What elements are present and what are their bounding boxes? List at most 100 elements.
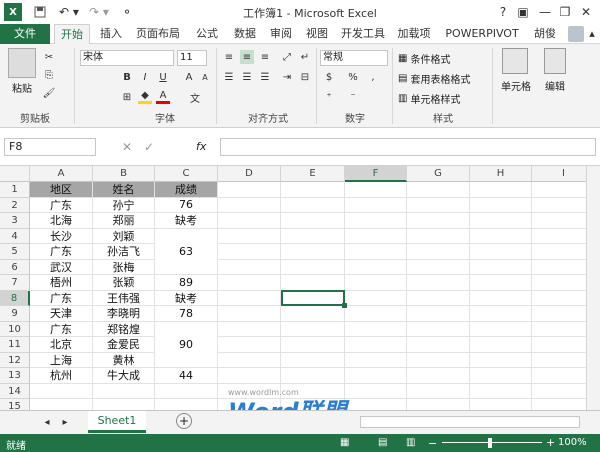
- row-header-8[interactable]: 8: [0, 290, 30, 306]
- decrease-decimal-icon[interactable]: ⁻: [346, 90, 360, 104]
- row-header-1[interactable]: 1: [0, 182, 30, 198]
- cell[interactable]: [470, 228, 532, 244]
- tab-review[interactable]: 审阅: [264, 24, 298, 44]
- cells-icon[interactable]: [502, 48, 528, 74]
- restore-icon[interactable]: ❐: [557, 3, 573, 21]
- cell-name[interactable]: 黄林: [93, 352, 155, 368]
- row-header-14[interactable]: 14: [0, 383, 30, 399]
- indent-icon[interactable]: ⇥: [280, 70, 294, 84]
- font-color-icon[interactable]: A: [156, 90, 170, 104]
- cell[interactable]: [470, 213, 532, 229]
- copy-icon[interactable]: ⎘: [42, 68, 56, 82]
- cell-name[interactable]: 张颖: [93, 275, 155, 291]
- row-header-13[interactable]: 13: [0, 368, 30, 384]
- table-format-button[interactable]: ▤ 套用表格格式: [398, 70, 470, 86]
- cell[interactable]: [281, 182, 345, 198]
- cell-region[interactable]: 天津: [30, 306, 93, 322]
- cell[interactable]: [281, 197, 345, 213]
- tab-addins[interactable]: 加载项: [392, 24, 436, 44]
- collapse-ribbon-icon[interactable]: ▴: [586, 24, 598, 44]
- enter-icon[interactable]: ✓: [144, 140, 158, 154]
- cell[interactable]: [470, 290, 532, 306]
- cell-header-score[interactable]: 成绩: [155, 182, 218, 198]
- column-header-b[interactable]: B: [93, 166, 155, 182]
- cell[interactable]: [281, 259, 345, 275]
- cell[interactable]: [470, 275, 532, 291]
- cell-style-button[interactable]: ▥ 单元格样式: [398, 90, 460, 106]
- cell[interactable]: [218, 213, 281, 229]
- underline-button[interactable]: U: [156, 70, 170, 84]
- border-icon[interactable]: ⊞: [120, 90, 134, 104]
- cell-region[interactable]: 梧州: [30, 275, 93, 291]
- tab-view[interactable]: 视图: [300, 24, 334, 44]
- save-icon[interactable]: [32, 3, 48, 21]
- select-all-corner[interactable]: [0, 166, 30, 182]
- cell[interactable]: [470, 182, 532, 198]
- tab-data[interactable]: 数据: [228, 24, 262, 44]
- cell[interactable]: [345, 197, 407, 213]
- cell-name[interactable]: 郑丽: [93, 213, 155, 229]
- tab-page-layout[interactable]: 页面布局: [130, 24, 186, 44]
- cell-region[interactable]: 长沙: [30, 228, 93, 244]
- cell-region[interactable]: 武汉: [30, 259, 93, 275]
- cell[interactable]: [345, 383, 407, 399]
- normal-view-icon[interactable]: ▦: [340, 437, 349, 448]
- edit-icon[interactable]: [544, 48, 566, 74]
- cell[interactable]: [345, 368, 407, 384]
- fill-color-icon[interactable]: ◆: [138, 90, 152, 104]
- minimize-icon[interactable]: —: [537, 3, 553, 21]
- column-header-e[interactable]: E: [281, 166, 345, 182]
- cell[interactable]: [218, 228, 281, 244]
- cell[interactable]: [470, 368, 532, 384]
- row-header-9[interactable]: 9: [0, 306, 30, 322]
- italic-button[interactable]: I: [138, 70, 152, 84]
- cell[interactable]: [93, 383, 155, 399]
- currency-icon[interactable]: $: [322, 70, 336, 84]
- cell-region[interactable]: 广东: [30, 290, 93, 306]
- cell[interactable]: [345, 275, 407, 291]
- cell[interactable]: [218, 337, 281, 353]
- orientation-icon[interactable]: ⤢: [280, 50, 294, 64]
- cell-region[interactable]: 广东: [30, 197, 93, 213]
- add-sheet-button[interactable]: +: [176, 413, 192, 429]
- vertical-scrollbar[interactable]: [586, 166, 600, 410]
- cell[interactable]: [281, 306, 345, 322]
- cell[interactable]: [470, 399, 532, 410]
- horizontal-scrollbar[interactable]: [360, 416, 580, 428]
- tab-powerpivot[interactable]: POWERPIVOT: [440, 24, 524, 44]
- font-name-select[interactable]: 宋体: [80, 50, 174, 66]
- bold-button[interactable]: B: [120, 70, 134, 84]
- cell-name[interactable]: 郑铭煌: [93, 321, 155, 337]
- cell[interactable]: [155, 399, 218, 410]
- cell[interactable]: [281, 275, 345, 291]
- tab-file[interactable]: 文件: [0, 24, 50, 44]
- cell[interactable]: [407, 399, 470, 410]
- align-bottom-icon[interactable]: ≡: [258, 50, 272, 64]
- percent-icon[interactable]: %: [346, 70, 360, 84]
- cell[interactable]: [30, 399, 93, 410]
- cell-header-name[interactable]: 姓名: [93, 182, 155, 198]
- cell[interactable]: [93, 399, 155, 410]
- cell-name[interactable]: 王伟强: [93, 290, 155, 306]
- cell-region[interactable]: 广东: [30, 321, 93, 337]
- align-middle-icon[interactable]: ≡: [240, 50, 254, 64]
- cell-region[interactable]: 杭州: [30, 368, 93, 384]
- row-header-6[interactable]: 6: [0, 259, 30, 275]
- tab-developer[interactable]: 开发工具: [336, 24, 390, 44]
- align-top-icon[interactable]: ≡: [222, 50, 236, 64]
- ribbon-display-icon[interactable]: ▣: [515, 3, 531, 21]
- cell-header-region[interactable]: 地区: [30, 182, 93, 198]
- phonetic-icon[interactable]: 文: [188, 90, 202, 105]
- cell[interactable]: [281, 352, 345, 368]
- tab-formulas[interactable]: 公式: [190, 24, 224, 44]
- cell[interactable]: [281, 244, 345, 260]
- cell[interactable]: [218, 290, 281, 306]
- fill-handle[interactable]: [342, 303, 347, 308]
- cell-name[interactable]: 张梅: [93, 259, 155, 275]
- user-name[interactable]: 胡俊: [528, 24, 562, 44]
- number-format-select[interactable]: 常规: [320, 50, 388, 66]
- cell[interactable]: [470, 244, 532, 260]
- cell[interactable]: [281, 213, 345, 229]
- cell[interactable]: [407, 368, 470, 384]
- grow-font-button[interactable]: A: [182, 70, 196, 84]
